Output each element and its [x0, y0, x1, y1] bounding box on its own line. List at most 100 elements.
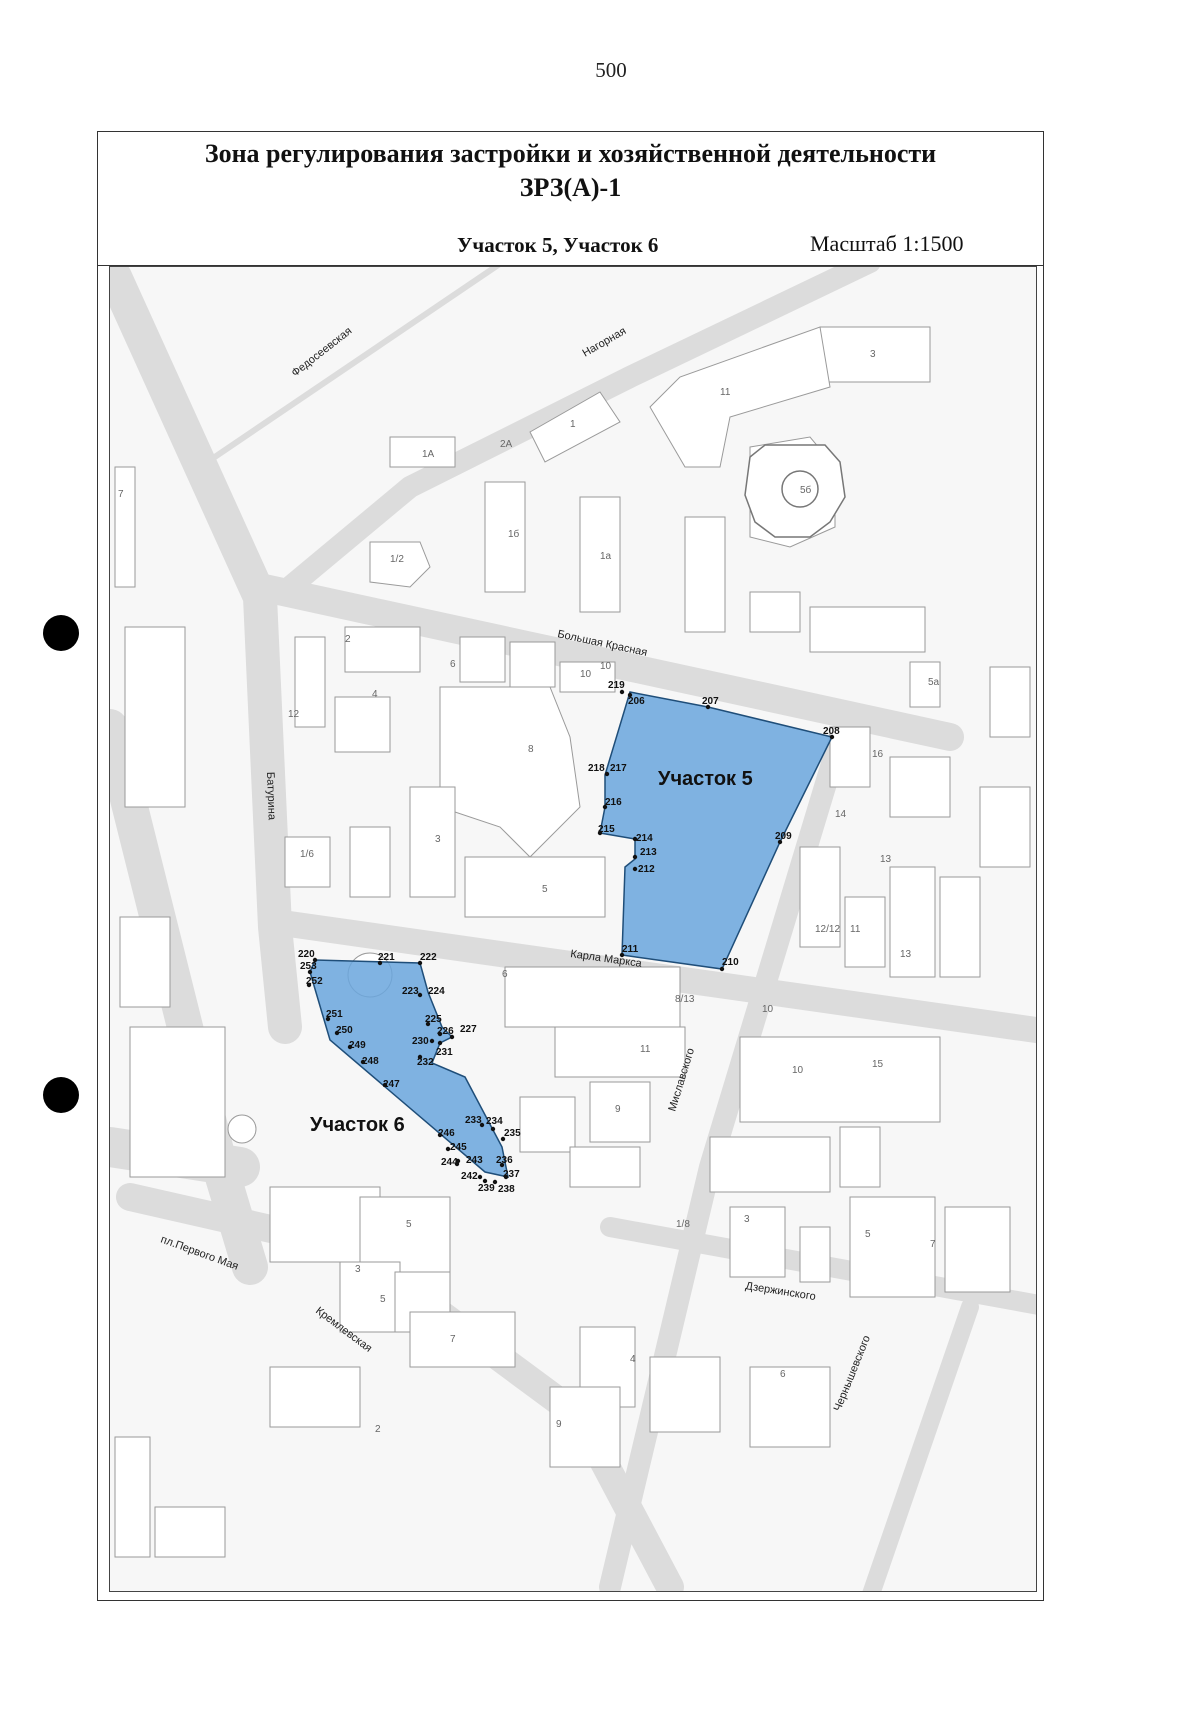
svg-text:6: 6 [502, 969, 508, 980]
svg-text:227: 227 [460, 1024, 477, 1035]
svg-text:207: 207 [702, 696, 719, 707]
svg-text:221: 221 [378, 952, 395, 963]
svg-text:5: 5 [380, 1294, 386, 1305]
svg-text:16: 16 [872, 749, 884, 760]
svg-text:242: 242 [461, 1171, 478, 1182]
map-canvas[interactable]: Федосеевская Нагорная Большая Красная Ба… [109, 266, 1037, 1592]
svg-text:6: 6 [780, 1369, 786, 1380]
svg-text:215: 215 [598, 824, 615, 835]
svg-text:251: 251 [326, 1009, 343, 1020]
svg-text:219: 219 [608, 680, 625, 691]
svg-text:233: 233 [465, 1115, 482, 1126]
svg-text:3: 3 [355, 1264, 361, 1275]
svg-text:218: 218 [588, 763, 605, 774]
svg-text:249: 249 [349, 1040, 366, 1051]
svg-text:13: 13 [900, 949, 912, 960]
svg-text:9: 9 [556, 1419, 562, 1430]
svg-text:10: 10 [580, 669, 592, 680]
svg-text:7: 7 [930, 1239, 936, 1250]
svg-text:15: 15 [872, 1059, 884, 1070]
svg-text:3: 3 [435, 834, 441, 845]
svg-text:217: 217 [610, 763, 627, 774]
svg-text:8: 8 [528, 744, 534, 755]
svg-text:7: 7 [450, 1334, 456, 1345]
svg-text:212: 212 [638, 864, 655, 875]
svg-text:210: 210 [722, 957, 739, 968]
svg-text:5: 5 [542, 884, 548, 895]
svg-text:11: 11 [850, 924, 861, 935]
svg-text:230: 230 [412, 1036, 429, 1047]
svg-text:4: 4 [372, 689, 378, 700]
page-number: 500 [595, 58, 627, 82]
zone-title: Зона регулирования застройки и хозяйстве… [204, 139, 937, 168]
svg-text:237: 237 [503, 1169, 520, 1180]
svg-text:4: 4 [630, 1354, 636, 1365]
svg-text:220: 220 [298, 949, 315, 960]
svg-text:12/12: 12/12 [815, 924, 840, 935]
svg-text:2: 2 [345, 634, 351, 645]
svg-text:224: 224 [428, 986, 445, 997]
svg-text:3: 3 [744, 1214, 750, 1225]
svg-text:223: 223 [402, 986, 419, 997]
svg-text:1а: 1а [600, 551, 612, 562]
svg-text:206: 206 [628, 696, 645, 707]
binder-hole-bottom [43, 1077, 79, 1113]
svg-text:7: 7 [118, 489, 124, 500]
plot-6-label: Участок 6 [310, 1114, 405, 1136]
svg-text:214: 214 [636, 833, 653, 844]
svg-text:235: 235 [504, 1128, 521, 1139]
svg-text:13: 13 [880, 854, 892, 865]
svg-text:1/2: 1/2 [390, 554, 404, 565]
svg-text:216: 216 [605, 797, 622, 808]
svg-text:209: 209 [775, 831, 792, 842]
svg-text:2: 2 [375, 1424, 381, 1435]
svg-text:2А: 2А [500, 439, 513, 450]
svg-text:5: 5 [406, 1219, 412, 1230]
binder-hole-top [43, 615, 79, 651]
svg-text:10: 10 [792, 1065, 804, 1076]
svg-text:1/6: 1/6 [300, 849, 314, 860]
svg-text:250: 250 [336, 1025, 353, 1036]
svg-text:244: 244 [441, 1157, 458, 1168]
svg-text:5б: 5б [800, 484, 812, 496]
street-label-baturina: Батурина [264, 772, 278, 821]
svg-text:246: 246 [438, 1128, 455, 1139]
svg-text:225: 225 [425, 1014, 442, 1025]
svg-text:3: 3 [870, 349, 876, 360]
svg-text:8/13: 8/13 [675, 994, 695, 1005]
svg-text:243: 243 [466, 1155, 483, 1166]
svg-text:1б: 1б [508, 528, 520, 540]
plot-5-label: Участок 5 [658, 768, 753, 790]
map-scale: Масштаб 1:1500 [810, 231, 964, 256]
svg-text:11: 11 [640, 1044, 651, 1055]
svg-text:208: 208 [823, 726, 840, 737]
svg-text:9: 9 [615, 1104, 621, 1115]
svg-text:10: 10 [600, 661, 612, 672]
svg-text:253: 253 [300, 961, 317, 972]
svg-text:236: 236 [496, 1155, 513, 1166]
svg-text:213: 213 [640, 847, 657, 858]
svg-text:14: 14 [835, 809, 847, 820]
svg-text:247: 247 [383, 1079, 400, 1090]
svg-text:5а: 5а [928, 677, 940, 688]
map-header: Зона регулирования застройки и хозяйстве… [97, 131, 1044, 266]
svg-text:232: 232 [417, 1057, 434, 1068]
svg-text:245: 245 [450, 1142, 467, 1153]
map-svg: Федосеевская Нагорная Большая Красная Ба… [110, 267, 1036, 1591]
plot-sections: Участок 5, Участок 6 [457, 233, 659, 257]
svg-text:248: 248 [362, 1056, 379, 1067]
svg-text:6: 6 [450, 659, 456, 670]
svg-text:234: 234 [486, 1116, 503, 1127]
svg-text:1А: 1А [422, 449, 435, 460]
svg-text:238: 238 [498, 1184, 515, 1195]
svg-text:1/8: 1/8 [676, 1219, 690, 1230]
svg-text:12: 12 [288, 709, 300, 720]
svg-text:222: 222 [420, 952, 437, 963]
svg-text:1: 1 [570, 419, 576, 430]
svg-text:239: 239 [478, 1183, 495, 1194]
svg-text:5: 5 [865, 1229, 871, 1240]
svg-text:11: 11 [720, 387, 731, 398]
zone-code: ЗРЗ(А)-1 [519, 173, 622, 202]
svg-text:211: 211 [622, 944, 639, 955]
svg-text:10: 10 [762, 1004, 774, 1015]
